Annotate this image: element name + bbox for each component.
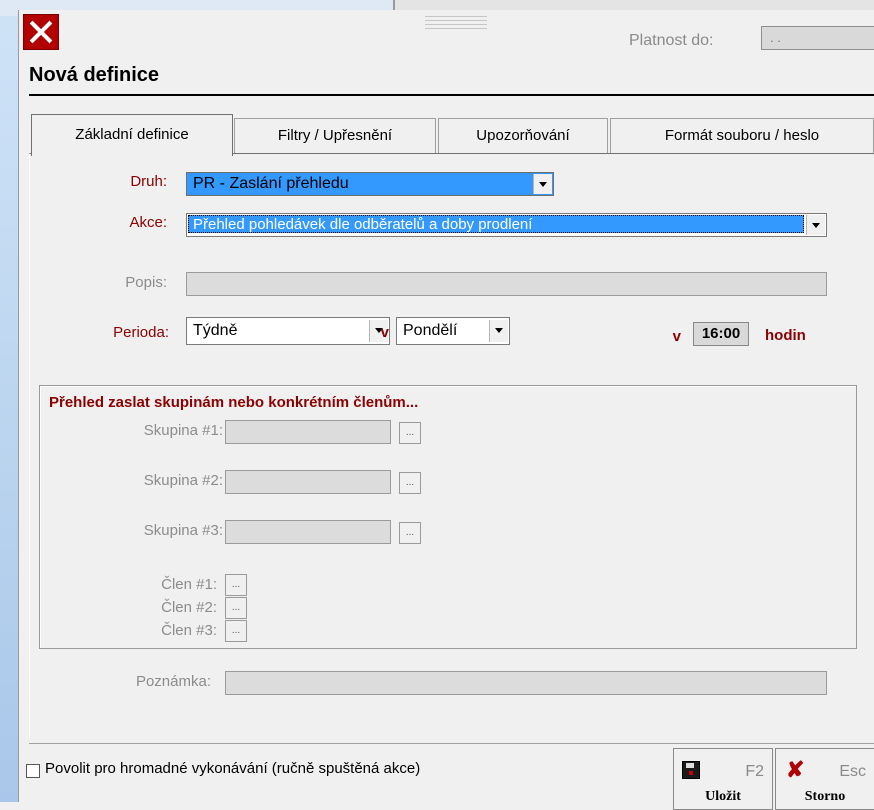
skupina3-field[interactable] <box>225 520 391 544</box>
cancel-label: Storno <box>804 789 846 804</box>
tab-filtry[interactable]: Filtry / Upřesnění <box>234 118 436 154</box>
chevron-down-icon[interactable] <box>489 320 508 342</box>
tab-zakladni-definice[interactable]: Základní definice <box>31 114 233 156</box>
cancel-button[interactable]: ✘ Esc Storno <box>775 748 874 810</box>
skupina2-field[interactable] <box>225 470 391 494</box>
den-value: Pondělí <box>403 322 458 339</box>
close-icon[interactable] <box>23 14 59 50</box>
platnost-field[interactable]: . . <box>761 26 874 50</box>
page-title: Nová definice <box>29 64 160 86</box>
akce-label: Akce: <box>129 214 167 231</box>
chevron-down-icon[interactable] <box>806 215 825 235</box>
poznamka-label: Poznámka: <box>135 673 211 690</box>
skupina3-label: Skupina #3: <box>143 522 223 539</box>
skupina2-label: Skupina #2: <box>143 472 223 489</box>
popis-label: Popis: <box>125 274 167 291</box>
cancel-x-icon: ✘ <box>786 757 805 782</box>
chevron-down-icon[interactable] <box>533 174 552 194</box>
clen1-browse-button[interactable]: ... <box>225 574 247 596</box>
hodin-label: hodin <box>765 327 806 344</box>
platnost-label: Platnost do: <box>629 32 714 49</box>
save-button[interactable]: F2 Uložit <box>673 748 773 810</box>
akce-select[interactable]: Přehled pohledávek dle odběratelů a doby… <box>186 213 827 237</box>
druh-value: PR - Zaslání přehledu <box>193 175 349 192</box>
bulk-execution-label: Povolit pro hromadné vykonávání (ručně s… <box>45 760 421 777</box>
perioda-label: Perioda: <box>113 324 169 341</box>
skupina2-browse-button[interactable]: ... <box>399 472 421 494</box>
skupina1-field[interactable] <box>225 420 391 444</box>
time-field[interactable]: 16:00 <box>693 322 749 346</box>
popis-field[interactable] <box>186 272 827 296</box>
v-label: v <box>380 324 389 341</box>
v2-label: v <box>672 328 681 345</box>
clen2-label: Člen #2: <box>161 599 217 616</box>
dialog-window: Platnost do: . . Nová definice Základní … <box>18 10 874 810</box>
tab-format-souboru[interactable]: Formát souboru / heslo <box>610 118 874 154</box>
floppy-disk-icon <box>682 761 700 779</box>
druh-select[interactable]: PR - Zaslání přehledu <box>186 172 554 196</box>
desktop-background <box>0 0 18 802</box>
clen2-browse-button[interactable]: ... <box>225 597 247 619</box>
save-label: Uložit <box>705 789 741 804</box>
perioda-select[interactable]: Týdně <box>186 317 390 345</box>
drag-grip[interactable] <box>425 16 487 32</box>
tab-bar: Základní definice Filtry / Upřesnění Upo… <box>31 114 874 156</box>
clen3-browse-button[interactable]: ... <box>225 620 247 642</box>
clen3-label: Člen #3: <box>161 622 217 639</box>
skupina1-browse-button[interactable]: ... <box>399 422 421 444</box>
akce-value: Přehled pohledávek dle odběratelů a doby… <box>188 215 804 233</box>
druh-label: Druh: <box>130 173 167 190</box>
den-select[interactable]: Pondělí <box>396 317 510 345</box>
poznamka-field[interactable] <box>225 671 827 695</box>
cancel-shortcut: Esc <box>839 763 866 780</box>
clen1-label: Člen #1: <box>161 576 217 593</box>
bulk-execution-checkbox[interactable] <box>26 764 40 778</box>
title-divider <box>29 94 874 96</box>
skupina3-browse-button[interactable]: ... <box>399 522 421 544</box>
group-title: Přehled zaslat skupinám nebo konkrétním … <box>49 394 419 411</box>
tab-upozornovani[interactable]: Upozorňování <box>438 118 608 154</box>
footer-divider <box>29 743 874 744</box>
save-shortcut: F2 <box>745 763 764 780</box>
perioda-value: Týdně <box>193 322 238 339</box>
skupina1-label: Skupina #1: <box>143 422 223 439</box>
